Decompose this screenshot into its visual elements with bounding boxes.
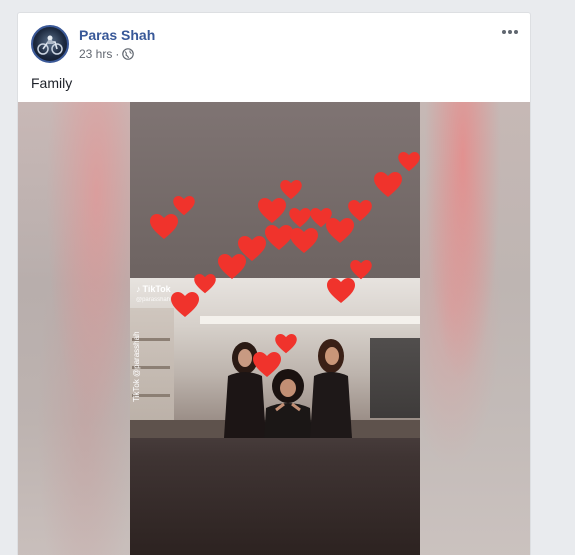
ceiling-light bbox=[200, 316, 420, 324]
person-right bbox=[310, 339, 352, 438]
page: Paras Shah 23 hrs · Family ♪ TikTok @par… bbox=[0, 0, 575, 555]
window bbox=[370, 338, 420, 418]
heart-icon bbox=[290, 228, 318, 253]
avatar[interactable] bbox=[31, 25, 69, 63]
tiktok-handle: @parasshah bbox=[136, 297, 171, 303]
tiktok-icon: ♪ bbox=[136, 284, 141, 294]
tiktok-watermark: ♪ TikTok bbox=[136, 284, 171, 294]
tiktok-vertical-watermark: TikTok @parasshah bbox=[132, 331, 141, 402]
heart-icon bbox=[275, 334, 297, 354]
heart-icon bbox=[218, 254, 246, 279]
right-background bbox=[531, 0, 575, 555]
post-caption: Family bbox=[31, 75, 73, 91]
heart-icon bbox=[194, 274, 216, 294]
heart-icon bbox=[280, 180, 302, 200]
avatar-motorbike-image bbox=[37, 35, 63, 55]
heart-icon bbox=[326, 218, 354, 243]
video-player[interactable]: ♪ TikTok @parasshah TikTok @parasshah bbox=[130, 102, 420, 555]
post-card: Paras Shah 23 hrs · Family ♪ TikTok @par… bbox=[17, 12, 531, 555]
heart-icon bbox=[265, 225, 293, 250]
post-timestamp[interactable]: 23 hrs bbox=[79, 47, 112, 61]
tiktok-label: TikTok bbox=[142, 284, 171, 294]
author-name[interactable]: Paras Shah bbox=[79, 27, 155, 43]
post-media: ♪ TikTok @parasshah TikTok @parasshah bbox=[18, 102, 530, 555]
heart-icon bbox=[327, 278, 355, 303]
heart-icon bbox=[350, 260, 372, 280]
heart-icon bbox=[171, 292, 199, 317]
heart-icon bbox=[398, 152, 420, 172]
heart-icon bbox=[374, 172, 402, 197]
post-meta: 23 hrs · bbox=[79, 47, 135, 61]
globe-icon[interactable] bbox=[122, 48, 135, 60]
heart-icon bbox=[258, 198, 286, 223]
left-background bbox=[0, 0, 17, 555]
meta-separator: · bbox=[115, 47, 120, 61]
media-blur-right bbox=[418, 102, 530, 555]
heart-icon bbox=[253, 352, 281, 377]
more-options-icon[interactable] bbox=[498, 23, 522, 41]
media-blur-left bbox=[18, 102, 130, 555]
heart-icon bbox=[150, 214, 178, 239]
heart-icon bbox=[173, 196, 195, 216]
